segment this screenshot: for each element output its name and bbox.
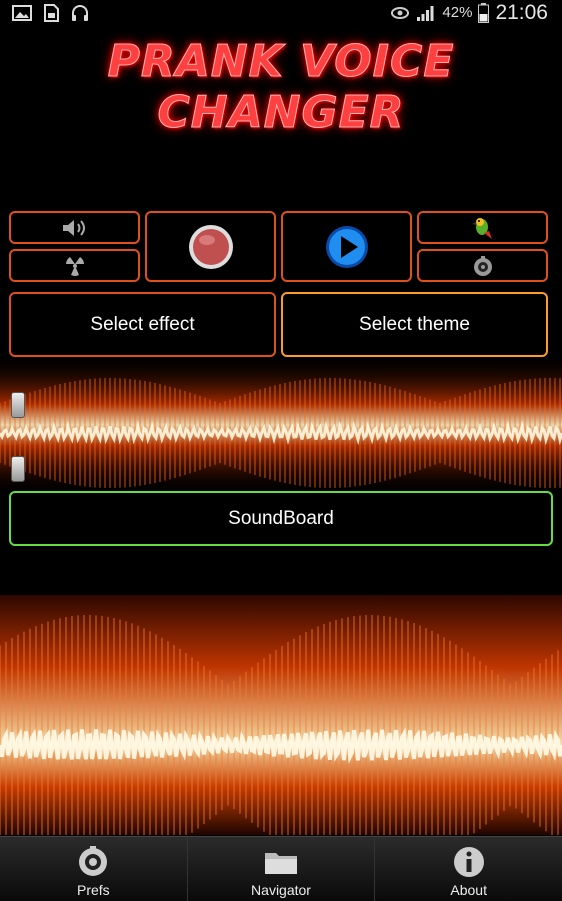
- timer-icon: [473, 255, 492, 276]
- parrot-icon: [471, 217, 492, 239]
- play-button[interactable]: [281, 211, 412, 282]
- waveform-decoration-top: [0, 355, 562, 495]
- nav-item-prefs[interactable]: Prefs: [0, 837, 188, 901]
- play-icon: [325, 225, 368, 268]
- gallery-icon: [12, 4, 32, 21]
- clock: 21:06: [495, 0, 548, 24]
- bottom-nav: Prefs Navigator About: [0, 836, 562, 901]
- record-button[interactable]: [145, 211, 276, 282]
- sd-card-icon: [44, 3, 59, 22]
- filter-button[interactable]: [9, 249, 140, 282]
- nav-label-navigator: Navigator: [251, 882, 311, 898]
- gear-icon: [79, 846, 108, 876]
- battery-percent: 42%: [442, 4, 473, 21]
- status-bar: 42% 21:06: [0, 0, 562, 25]
- speaker-icon: [62, 219, 85, 236]
- app-title: PRANK VOICE CHANGER: [107, 36, 455, 139]
- radiation-icon: [65, 256, 84, 276]
- parrot-button[interactable]: [417, 211, 548, 244]
- nav-label-prefs: Prefs: [76, 882, 110, 898]
- speed-slider-handle[interactable]: [11, 456, 25, 482]
- headphones-icon: [72, 4, 88, 21]
- signal-icon: [417, 5, 434, 21]
- select-effect-button[interactable]: Select effect: [9, 292, 276, 357]
- pitch-slider-handle[interactable]: [11, 392, 25, 418]
- waveform-decoration-bottom: [0, 595, 562, 835]
- eye-icon: [391, 6, 410, 19]
- info-icon: [453, 847, 484, 877]
- select-theme-button[interactable]: Select theme: [281, 292, 548, 357]
- nav-label-about: About: [450, 882, 487, 898]
- volume-button[interactable]: [9, 211, 140, 244]
- nav-item-about[interactable]: About: [375, 837, 562, 901]
- soundboard-button[interactable]: SoundBoard: [9, 491, 553, 546]
- record-icon: [188, 224, 233, 269]
- nav-item-navigator[interactable]: Navigator: [188, 837, 376, 901]
- timer-button[interactable]: [417, 249, 548, 282]
- folder-icon: [265, 853, 297, 874]
- battery-icon: [478, 2, 490, 23]
